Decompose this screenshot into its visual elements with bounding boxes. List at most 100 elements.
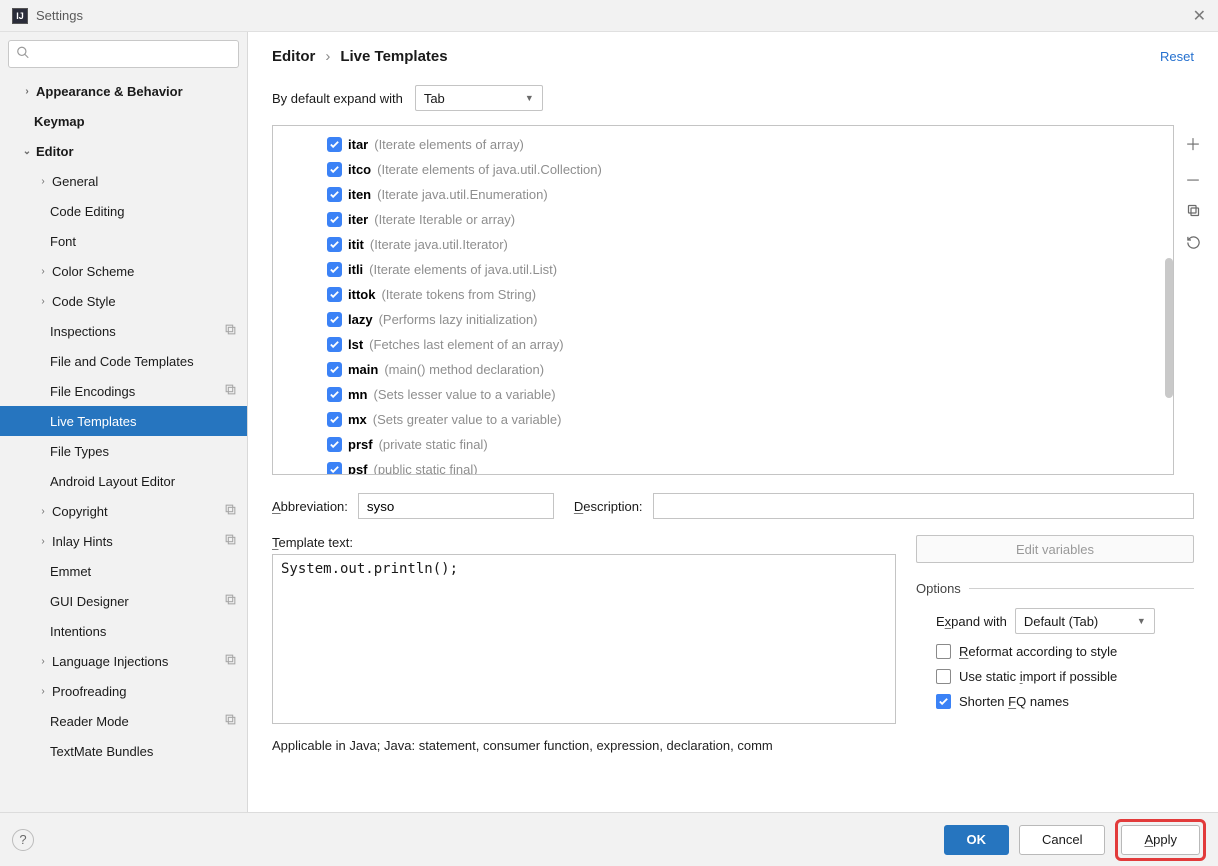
template-checkbox[interactable] [327, 187, 342, 202]
help-icon[interactable]: ? [12, 829, 34, 851]
reset-link[interactable]: Reset [1160, 49, 1194, 64]
chevron-right-icon: › [36, 536, 50, 547]
template-checkbox[interactable] [327, 262, 342, 277]
option-expand-value: Default (Tab) [1024, 614, 1098, 629]
template-item-main[interactable]: main (main() method declaration) [327, 357, 1173, 382]
sidebar-item-color-scheme[interactable]: ›Color Scheme [0, 256, 247, 286]
chevron-down-icon: ▼ [1137, 616, 1146, 626]
sidebar-item-label: Intentions [50, 624, 106, 639]
template-checkbox[interactable] [327, 462, 342, 474]
template-item-iten[interactable]: iten (Iterate java.util.Enumeration) [327, 182, 1173, 207]
sidebar-item-label: Editor [36, 144, 74, 159]
sidebar-item-inspections[interactable]: Inspections [0, 316, 247, 346]
abbreviation-input[interactable] [358, 493, 554, 519]
sidebar-item-textmate-bundles[interactable]: TextMate Bundles [0, 736, 247, 766]
copy-icon[interactable] [1186, 203, 1201, 223]
sidebar: ›Appearance & BehaviorKeymap⌄Editor›Gene… [0, 32, 248, 812]
template-item-mn[interactable]: mn (Sets lesser value to a variable) [327, 382, 1173, 407]
template-item-lazy[interactable]: lazy (Performs lazy initialization) [327, 307, 1173, 332]
sidebar-item-code-editing[interactable]: Code Editing [0, 196, 247, 226]
template-key: itit [348, 237, 364, 252]
shorten-fq-checkbox[interactable]: Shorten FQ names [936, 694, 1194, 709]
template-checkbox[interactable] [327, 212, 342, 227]
sidebar-item-file-encodings[interactable]: File Encodings [0, 376, 247, 406]
sidebar-item-file-types[interactable]: File Types [0, 436, 247, 466]
template-key: mn [348, 387, 368, 402]
sidebar-item-label: Emmet [50, 564, 91, 579]
sidebar-item-language-injections[interactable]: ›Language Injections [0, 646, 247, 676]
revert-icon[interactable] [1186, 235, 1201, 255]
template-item-itit[interactable]: itit (Iterate java.util.Iterator) [327, 232, 1173, 257]
sidebar-item-font[interactable]: Font [0, 226, 247, 256]
template-text-input[interactable]: System.out.println(); [272, 554, 896, 724]
template-checkbox[interactable] [327, 387, 342, 402]
add-icon[interactable]: ＋ [1185, 131, 1201, 155]
template-item-itar[interactable]: itar (Iterate elements of array) [327, 132, 1173, 157]
template-desc: (public static final) [374, 462, 478, 474]
sidebar-item-inlay-hints[interactable]: ›Inlay Hints [0, 526, 247, 556]
template-checkbox[interactable] [327, 137, 342, 152]
template-key: iten [348, 187, 371, 202]
ok-button[interactable]: OK [944, 825, 1010, 855]
search-icon [16, 46, 30, 63]
sidebar-item-gui-designer[interactable]: GUI Designer [0, 586, 247, 616]
sidebar-item-general[interactable]: ›General [0, 166, 247, 196]
template-checkbox[interactable] [327, 412, 342, 427]
template-desc: (Sets greater value to a variable) [373, 412, 562, 427]
template-item-lst[interactable]: lst (Fetches last element of an array) [327, 332, 1173, 357]
static-import-checkbox[interactable]: Use static import if possible [936, 669, 1194, 684]
close-icon[interactable]: ✕ [1193, 6, 1206, 26]
templates-list[interactable]: itar (Iterate elements of array)itco (It… [272, 125, 1174, 475]
template-item-itco[interactable]: itco (Iterate elements of java.util.Coll… [327, 157, 1173, 182]
sidebar-item-proofreading[interactable]: ›Proofreading [0, 676, 247, 706]
template-item-prsf[interactable]: prsf (private static final) [327, 432, 1173, 457]
sidebar-item-android-layout-editor[interactable]: Android Layout Editor [0, 466, 247, 496]
sidebar-item-appearance-behavior[interactable]: ›Appearance & Behavior [0, 76, 247, 106]
reformat-checkbox[interactable]: Reformat according to style [936, 644, 1194, 659]
sidebar-item-live-templates[interactable]: Live Templates [0, 406, 247, 436]
sidebar-item-code-style[interactable]: ›Code Style [0, 286, 247, 316]
project-badge-icon [224, 383, 237, 399]
sidebar-item-label: File Types [50, 444, 109, 459]
scrollbar-thumb[interactable] [1165, 258, 1173, 398]
sidebar-item-emmet[interactable]: Emmet [0, 556, 247, 586]
abbreviation-label: Abbreviation: [272, 499, 348, 514]
search-input[interactable] [8, 40, 239, 68]
edit-variables-button[interactable]: Edit variables [916, 535, 1194, 563]
description-input[interactable] [653, 493, 1194, 519]
template-item-iter[interactable]: iter (Iterate Iterable or array) [327, 207, 1173, 232]
template-desc: (main() method declaration) [384, 362, 544, 377]
sidebar-item-editor[interactable]: ⌄Editor [0, 136, 247, 166]
template-item-ittok[interactable]: ittok (Iterate tokens from String) [327, 282, 1173, 307]
template-desc: (Sets lesser value to a variable) [374, 387, 556, 402]
sidebar-item-label: Android Layout Editor [50, 474, 175, 489]
cancel-button[interactable]: Cancel [1019, 825, 1105, 855]
apply-button[interactable]: Apply [1121, 825, 1200, 855]
template-checkbox[interactable] [327, 337, 342, 352]
sidebar-item-copyright[interactable]: ›Copyright [0, 496, 247, 526]
template-checkbox[interactable] [327, 312, 342, 327]
sidebar-item-reader-mode[interactable]: Reader Mode [0, 706, 247, 736]
template-checkbox[interactable] [327, 162, 342, 177]
sidebar-item-label: Copyright [52, 504, 108, 519]
template-text-label: Template text: [272, 535, 896, 550]
template-checkbox[interactable] [327, 287, 342, 302]
template-desc: (Fetches last element of an array) [369, 337, 563, 352]
sidebar-item-file-and-code-templates[interactable]: File and Code Templates [0, 346, 247, 376]
sidebar-item-keymap[interactable]: Keymap [0, 106, 247, 136]
template-checkbox[interactable] [327, 237, 342, 252]
expand-select[interactable]: Tab ▼ [415, 85, 543, 111]
template-item-itli[interactable]: itli (Iterate elements of java.util.List… [327, 257, 1173, 282]
template-checkbox[interactable] [327, 437, 342, 452]
description-label: Description: [574, 499, 643, 514]
template-item-mx[interactable]: mx (Sets greater value to a variable) [327, 407, 1173, 432]
applicable-contexts[interactable]: Applicable in Java; Java: statement, con… [248, 724, 1218, 763]
apply-highlight: Apply [1115, 819, 1206, 861]
template-desc: (Iterate elements of array) [374, 137, 524, 152]
option-expand-select[interactable]: Default (Tab) ▼ [1015, 608, 1155, 634]
remove-icon[interactable]: － [1185, 167, 1201, 191]
sidebar-item-intentions[interactable]: Intentions [0, 616, 247, 646]
template-checkbox[interactable] [327, 362, 342, 377]
breadcrumb-parent[interactable]: Editor [272, 48, 315, 65]
template-item-psf[interactable]: psf (public static final) [327, 457, 1173, 474]
